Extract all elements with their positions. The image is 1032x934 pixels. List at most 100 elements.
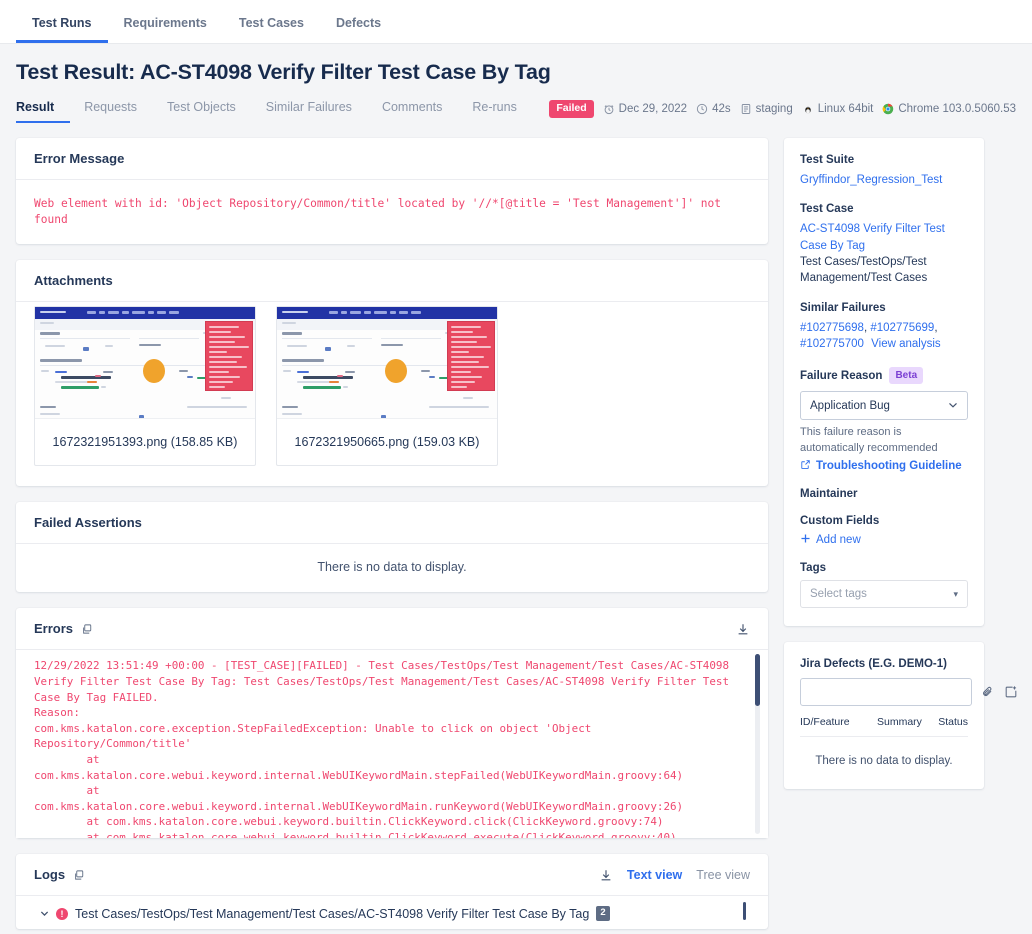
tab-result[interactable]: Result bbox=[16, 100, 71, 124]
tab-comments[interactable]: Comments bbox=[382, 100, 458, 124]
nav-tab-requirements[interactable]: Requirements bbox=[108, 16, 223, 44]
chrome-icon bbox=[882, 103, 894, 115]
failure-reason-label: Failure Reason bbox=[800, 369, 883, 382]
expand-icon[interactable] bbox=[73, 869, 85, 881]
errors-scrollbar[interactable] bbox=[755, 654, 760, 835]
chevron-down-icon[interactable] bbox=[40, 909, 49, 918]
attachments-header: Attachments bbox=[16, 260, 768, 303]
test-case-link[interactable]: AC-ST4098 Verify Filter Test Case By Tag bbox=[800, 221, 968, 254]
custom-fields-group: Custom Fields Add new bbox=[800, 515, 968, 547]
logs-header-actions: Text view Tree view bbox=[599, 868, 750, 882]
primary-navigation: Test Runs Requirements Test Cases Defect… bbox=[0, 0, 1032, 44]
failed-assertions-empty: There is no data to display. bbox=[317, 560, 467, 575]
tags-select[interactable]: Select tags ▾ bbox=[800, 580, 968, 609]
logs-text-view-button[interactable]: Text view bbox=[627, 868, 682, 882]
clock-icon bbox=[696, 103, 708, 115]
plus-icon bbox=[800, 533, 811, 547]
tab-similar-failures[interactable]: Similar Failures bbox=[266, 100, 368, 124]
attachments-list: 1672321951393.png (158.85 KB) 1672321950… bbox=[16, 302, 768, 486]
test-case-path: Test Cases/TestOps/Test Management/Test … bbox=[800, 255, 928, 285]
logs-header: Logs Text view Tree view bbox=[16, 854, 768, 897]
attachment-filename: 1672321950665.png (159.03 KB) bbox=[294, 435, 480, 450]
document-icon bbox=[740, 103, 752, 115]
jira-column-status: Status bbox=[938, 716, 968, 729]
maintainer-group: Maintainer bbox=[800, 488, 968, 500]
jira-input-row bbox=[800, 678, 1017, 707]
tab-requests[interactable]: Requests bbox=[84, 100, 153, 124]
thumbnail-error-overlay bbox=[205, 321, 253, 392]
link-attach-icon[interactable] bbox=[981, 685, 995, 699]
error-message-body: Web element with id: 'Object Repository/… bbox=[16, 180, 768, 244]
log-row[interactable]: ! Test Cases/TestOps/Test Management/Tes… bbox=[16, 896, 768, 928]
run-metadata: Failed Dec 29, 2022 42s staging Linux 64… bbox=[549, 99, 1016, 124]
status-badge: Failed bbox=[549, 99, 594, 118]
meta-browser-text: Chrome 103.0.5060.53 bbox=[898, 102, 1016, 115]
meta-os-text: Linux 64bit bbox=[817, 102, 874, 115]
attachments-card: Attachments 1672321951393.png (158.85 KB… bbox=[16, 260, 768, 487]
test-suite-group: Test Suite Gryffindor_Regression_Test bbox=[800, 154, 968, 188]
custom-fields-label: Custom Fields bbox=[800, 515, 880, 528]
page-title: Test Result: AC-ST4098 Verify Filter Tes… bbox=[16, 60, 551, 84]
tags-group: Tags Select tags ▾ bbox=[800, 562, 968, 609]
meta-duration-text: 42s bbox=[712, 102, 731, 115]
thumbnail-error-overlay bbox=[447, 321, 495, 392]
similar-failure-link[interactable]: #102775700 bbox=[800, 338, 864, 350]
attachments-title: Attachments bbox=[34, 273, 113, 289]
failed-assertions-card: Failed Assertions There is no data to di… bbox=[16, 502, 768, 593]
troubleshooting-guideline-text: Troubleshooting Guideline bbox=[816, 460, 962, 473]
tags-label: Tags bbox=[800, 562, 826, 575]
similar-failures-label: Similar Failures bbox=[800, 301, 886, 314]
test-details-panel: Test Suite Gryffindor_Regression_Test Te… bbox=[784, 137, 984, 627]
failed-assertions-title: Failed Assertions bbox=[34, 515, 142, 531]
similar-failure-link[interactable]: #102775699 bbox=[870, 322, 934, 334]
errors-title: Errors bbox=[34, 621, 74, 637]
page-header: Test Result: AC-ST4098 Verify Filter Tes… bbox=[0, 44, 1032, 124]
chevron-down-icon bbox=[948, 400, 958, 412]
result-tabs-row: Result Requests Test Objects Similar Fai… bbox=[16, 99, 1016, 124]
tab-test-objects[interactable]: Test Objects bbox=[167, 100, 252, 124]
view-analysis-link[interactable]: View analysis bbox=[871, 338, 940, 350]
logs-card: Logs Text view Tree view ! Test Cases/Te… bbox=[16, 854, 768, 929]
expand-icon[interactable] bbox=[81, 623, 93, 635]
errors-scrollbar-thumb[interactable] bbox=[755, 654, 760, 707]
beta-badge: Beta bbox=[889, 367, 924, 385]
troubleshooting-guideline-link[interactable]: Troubleshooting Guideline bbox=[800, 459, 968, 473]
logs-scrollbar-thumb[interactable] bbox=[743, 902, 746, 921]
errors-console[interactable]: 12/29/2022 13:51:49 +00:00 - [TEST_CASE]… bbox=[16, 650, 768, 839]
attachment-item[interactable]: 1672321951393.png (158.85 KB) bbox=[34, 306, 256, 467]
test-suite-link[interactable]: Gryffindor_Regression_Test bbox=[800, 172, 968, 188]
errors-card: Errors 12/29/2022 13:51:49 +00:00 - [TES… bbox=[16, 608, 768, 839]
attachment-thumbnail[interactable] bbox=[277, 307, 497, 420]
thumbnail-donut-chart bbox=[143, 359, 165, 384]
similar-failures-list: #102775698, #102775699, #102775700 View … bbox=[800, 321, 941, 350]
download-logs-icon[interactable] bbox=[599, 868, 613, 882]
meta-date-text: Dec 29, 2022 bbox=[618, 102, 688, 115]
jira-defect-input[interactable] bbox=[800, 678, 972, 707]
error-message-header: Error Message bbox=[16, 138, 768, 180]
nav-tab-test-cases[interactable]: Test Cases bbox=[223, 16, 320, 44]
errors-log-text: 12/29/2022 13:51:49 +00:00 - [TEST_CASE]… bbox=[34, 659, 730, 839]
logs-title: Logs bbox=[34, 867, 66, 883]
sidebar: Test Suite Gryffindor_Regression_Test Te… bbox=[784, 137, 1017, 806]
download-errors-icon[interactable] bbox=[736, 622, 750, 636]
jira-column-id: ID/Feature bbox=[800, 716, 850, 729]
main-column: Error Message Web element with id: 'Obje… bbox=[16, 137, 768, 934]
tab-re-runs[interactable]: Re-runs bbox=[472, 100, 532, 124]
meta-environment-text: staging bbox=[755, 102, 793, 115]
attachment-item[interactable]: 1672321950665.png (159.03 KB) bbox=[276, 306, 498, 467]
linux-penguin-icon bbox=[802, 103, 814, 115]
create-defect-icon[interactable] bbox=[1004, 685, 1018, 699]
log-row-count: 2 bbox=[596, 906, 610, 921]
nav-tab-test-runs[interactable]: Test Runs bbox=[16, 16, 108, 43]
thumbnail-donut-chart bbox=[385, 359, 407, 384]
nav-tab-defects[interactable]: Defects bbox=[320, 16, 397, 44]
test-case-group: Test Case AC-ST4098 Verify Filter Test C… bbox=[800, 203, 968, 286]
add-new-custom-field-button[interactable]: Add new bbox=[800, 533, 968, 547]
attachment-thumbnail[interactable] bbox=[35, 307, 255, 420]
similar-failure-link[interactable]: #102775698 bbox=[800, 322, 864, 334]
add-new-label: Add new bbox=[816, 534, 861, 547]
logs-tree-view-button[interactable]: Tree view bbox=[696, 868, 750, 882]
failure-reason-select[interactable]: Application Bug bbox=[800, 391, 968, 421]
error-message-text: Web element with id: 'Object Repository/… bbox=[34, 196, 722, 227]
error-status-icon: ! bbox=[56, 907, 68, 920]
